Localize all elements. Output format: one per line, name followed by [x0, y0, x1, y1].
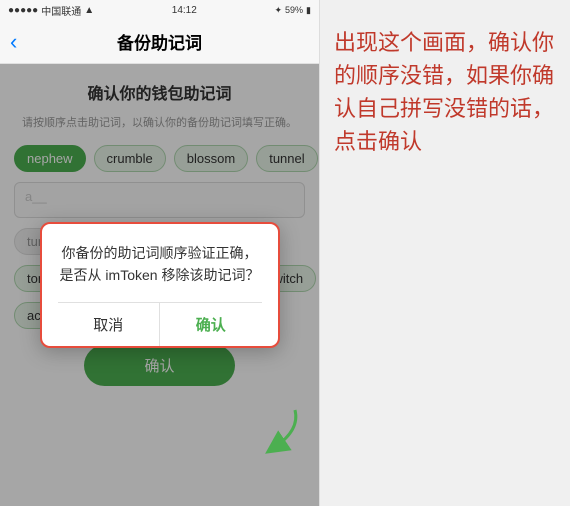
phone-frame: ●●●●● 中国联通 ▲ 14:12 ✦ 59% ▮ ‹ 备份助记词 确认你的钱…: [0, 0, 320, 506]
main-content: 确认你的钱包助记词 请按顺序点击助记词，以确认你的备份助记词填写正确。 neph…: [0, 64, 319, 506]
status-time: 14:12: [172, 5, 197, 16]
dialog-cancel-button[interactable]: 取消: [58, 303, 161, 346]
dialog-buttons: 取消 确认: [58, 302, 262, 346]
annotation-text: 出现这个画面，确认你的顺序没错，如果你确认自己拼写没错的话，点击确认: [334, 26, 560, 158]
bluetooth-icon: ✦: [274, 5, 282, 16]
status-left: ●●●●● 中国联通 ▲: [8, 3, 94, 18]
battery-icon: ▮: [306, 5, 311, 16]
wifi-icon: ▲: [84, 5, 94, 16]
status-right: ✦ 59% ▮: [274, 5, 311, 16]
annotation-panel: 出现这个画面，确认你的顺序没错，如果你确认自己拼写没错的话，点击确认: [320, 0, 570, 506]
dialog-ok-button[interactable]: 确认: [160, 303, 262, 346]
dialog-message: 你备份的助记词顺序验证正确，是否从 imToken 移除该助记词？: [58, 242, 262, 287]
back-button[interactable]: ‹: [10, 29, 17, 55]
nav-bar: ‹ 备份助记词: [0, 20, 319, 64]
green-arrow-indicator: [245, 405, 305, 460]
nav-title: 备份助记词: [117, 29, 202, 54]
dialog-box: 你备份的助记词顺序验证正确，是否从 imToken 移除该助记词？ 取消 确认: [40, 222, 280, 349]
signal-dots: ●●●●●: [8, 5, 38, 16]
battery-percent: 59%: [285, 5, 303, 15]
carrier-name: 中国联通: [41, 3, 81, 18]
status-bar: ●●●●● 中国联通 ▲ 14:12 ✦ 59% ▮: [0, 0, 319, 20]
